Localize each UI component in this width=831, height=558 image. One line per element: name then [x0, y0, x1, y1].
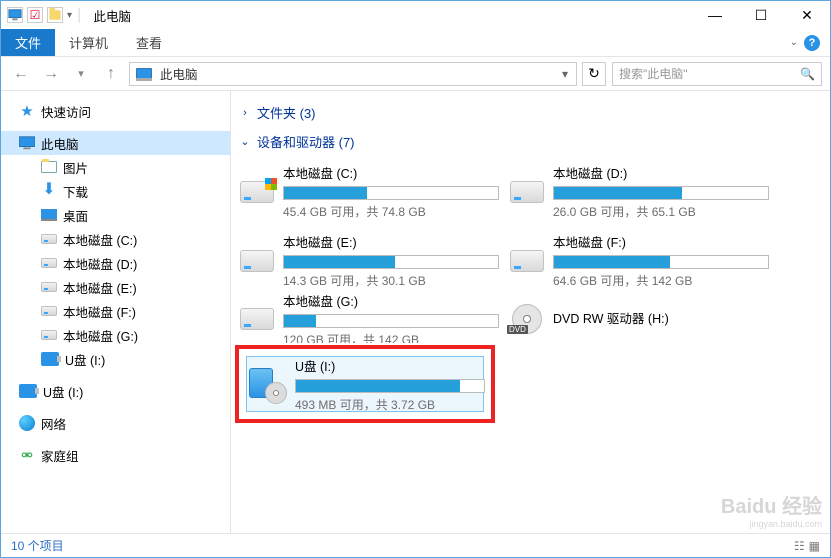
disk-icon — [41, 330, 57, 340]
properties-checkbox-icon[interactable]: ☑ — [27, 7, 43, 23]
item-count: 10 个项目 — [11, 537, 64, 554]
folder-qat-icon[interactable] — [47, 7, 63, 23]
quick-access-toolbar: ☑ ▾ │ — [7, 7, 84, 23]
large-icons-view-button[interactable]: ▦ — [809, 539, 820, 553]
sidebar-item-disk-e[interactable]: 本地磁盘 (E:) — [1, 275, 230, 299]
drive-dvd[interactable]: DVD DVD RW 驱动器 (H:) — [505, 295, 775, 343]
close-button[interactable]: ✕ — [784, 1, 830, 29]
recent-dropdown[interactable]: ▾ — [69, 62, 93, 86]
disk-icon — [41, 282, 57, 292]
usage-bar — [283, 255, 499, 269]
disk-icon — [41, 258, 57, 268]
sidebar-item-network[interactable]: 网络 — [1, 411, 230, 435]
usage-bar — [283, 314, 499, 328]
search-placeholder: 搜索"此电脑" — [619, 65, 688, 82]
window-controls: — ☐ ✕ — [692, 1, 830, 29]
drive-f[interactable]: 本地磁盘 (F:) 64.6 GB 可用，共 142 GB — [505, 226, 775, 295]
drive-c[interactable]: 本地磁盘 (C:) 45.4 GB 可用，共 74.8 GB — [235, 157, 505, 226]
system-disk-icon — [240, 181, 274, 203]
sidebar-item-pictures[interactable]: 图片 — [1, 155, 230, 179]
usb-disk-icon — [19, 384, 37, 398]
download-icon: ⬇ — [41, 182, 57, 198]
disk-icon — [41, 234, 57, 244]
sidebar-item-downloads[interactable]: ⬇下载 — [1, 179, 230, 203]
usage-bar — [295, 379, 485, 393]
usage-bar — [553, 186, 769, 200]
sidebar-item-desktop[interactable]: 桌面 — [1, 203, 230, 227]
section-drives[interactable]: ⌄设备和驱动器 (7) — [235, 128, 822, 157]
usb-install-icon — [245, 366, 285, 402]
disk-icon — [510, 181, 544, 203]
sidebar-item-this-pc[interactable]: 此电脑 — [1, 131, 230, 155]
navigation-pane: ★快速访问 此电脑 图片 ⬇下载 桌面 本地磁盘 (C:) 本地磁盘 (D:) … — [1, 91, 231, 533]
sidebar-item-usb-i-root[interactable]: U盘 (I:) — [1, 379, 230, 403]
ribbon-tabs: 文件 计算机 查看 ⌄ ? — [1, 29, 830, 57]
disk-icon — [240, 250, 274, 272]
sidebar-item-quick-access[interactable]: ★快速访问 — [1, 99, 230, 123]
title-bar: ☑ ▾ │ 此电脑 — ☐ ✕ — [1, 1, 830, 29]
homegroup-icon: ⚮ — [19, 447, 35, 463]
sidebar-item-disk-c[interactable]: 本地磁盘 (C:) — [1, 227, 230, 251]
sidebar-item-usb-i[interactable]: U盘 (I:) — [1, 347, 230, 371]
sidebar-item-homegroup[interactable]: ⚮家庭组 — [1, 443, 230, 467]
address-bar[interactable]: 此电脑 ▾ — [129, 62, 577, 86]
drives-grid: 本地磁盘 (C:) 45.4 GB 可用，共 74.8 GB 本地磁盘 (D:)… — [235, 157, 822, 423]
drive-usb-highlighted[interactable]: U盘 (I:) 493 MB 可用，共 3.72 GB — [235, 345, 495, 423]
disk-icon — [240, 308, 274, 330]
disk-icon — [510, 250, 544, 272]
maximize-button[interactable]: ☐ — [738, 1, 784, 29]
usb-disk-icon — [41, 352, 59, 366]
star-icon: ★ — [19, 103, 35, 119]
this-pc-icon — [136, 68, 152, 80]
forward-button[interactable]: → — [39, 62, 63, 86]
navigation-bar: ← → ▾ ↑ 此电脑 ▾ ↻ 搜索"此电脑" 🔍 — [1, 57, 830, 91]
chevron-down-icon: ⌄ — [239, 135, 251, 148]
qat-dropdown[interactable]: ▾ — [67, 10, 72, 21]
sidebar-item-disk-f[interactable]: 本地磁盘 (F:) — [1, 299, 230, 323]
refresh-button[interactable]: ↻ — [582, 62, 606, 86]
status-bar: 10 个项目 ☷ ▦ — [1, 533, 830, 557]
back-button[interactable]: ← — [9, 62, 33, 86]
file-tab[interactable]: 文件 — [1, 29, 55, 56]
view-tab[interactable]: 查看 — [122, 29, 176, 56]
desktop-icon — [41, 207, 57, 223]
window-title: 此电脑 — [94, 6, 132, 25]
content-pane: ›文件夹 (3) ⌄设备和驱动器 (7) 本地磁盘 (C:) 45.4 GB 可… — [231, 91, 830, 533]
main-area: ★快速访问 此电脑 图片 ⬇下载 桌面 本地磁盘 (C:) 本地磁盘 (D:) … — [1, 91, 830, 533]
section-folders[interactable]: ›文件夹 (3) — [235, 99, 822, 128]
computer-tab[interactable]: 计算机 — [55, 29, 122, 56]
drive-g[interactable]: 本地磁盘 (G:) 120 GB 可用，共 142 GB — [235, 295, 505, 343]
address-text: 此电脑 — [156, 64, 556, 83]
up-button[interactable]: ↑ — [99, 62, 123, 86]
minimize-button[interactable]: — — [692, 1, 738, 29]
pc-icon — [19, 135, 35, 151]
drive-e[interactable]: 本地磁盘 (E:) 14.3 GB 可用，共 30.1 GB — [235, 226, 505, 295]
chevron-right-icon: › — [239, 107, 251, 119]
disk-icon — [41, 306, 57, 316]
help-icon[interactable]: ? — [804, 35, 820, 51]
search-icon: 🔍 — [800, 67, 815, 81]
sidebar-item-disk-d[interactable]: 本地磁盘 (D:) — [1, 251, 230, 275]
drive-d[interactable]: 本地磁盘 (D:) 26.0 GB 可用，共 65.1 GB — [505, 157, 775, 226]
sidebar-item-disk-g[interactable]: 本地磁盘 (G:) — [1, 323, 230, 347]
address-dropdown-icon[interactable]: ▾ — [556, 67, 574, 81]
usage-bar — [553, 255, 769, 269]
monitor-icon[interactable] — [7, 7, 23, 23]
ribbon-expand-icon[interactable]: ⌄ — [790, 37, 798, 48]
details-view-button[interactable]: ☷ — [794, 539, 805, 553]
usage-bar — [283, 186, 499, 200]
network-icon — [19, 415, 35, 431]
search-input[interactable]: 搜索"此电脑" 🔍 — [612, 62, 822, 86]
pictures-icon — [41, 161, 57, 173]
